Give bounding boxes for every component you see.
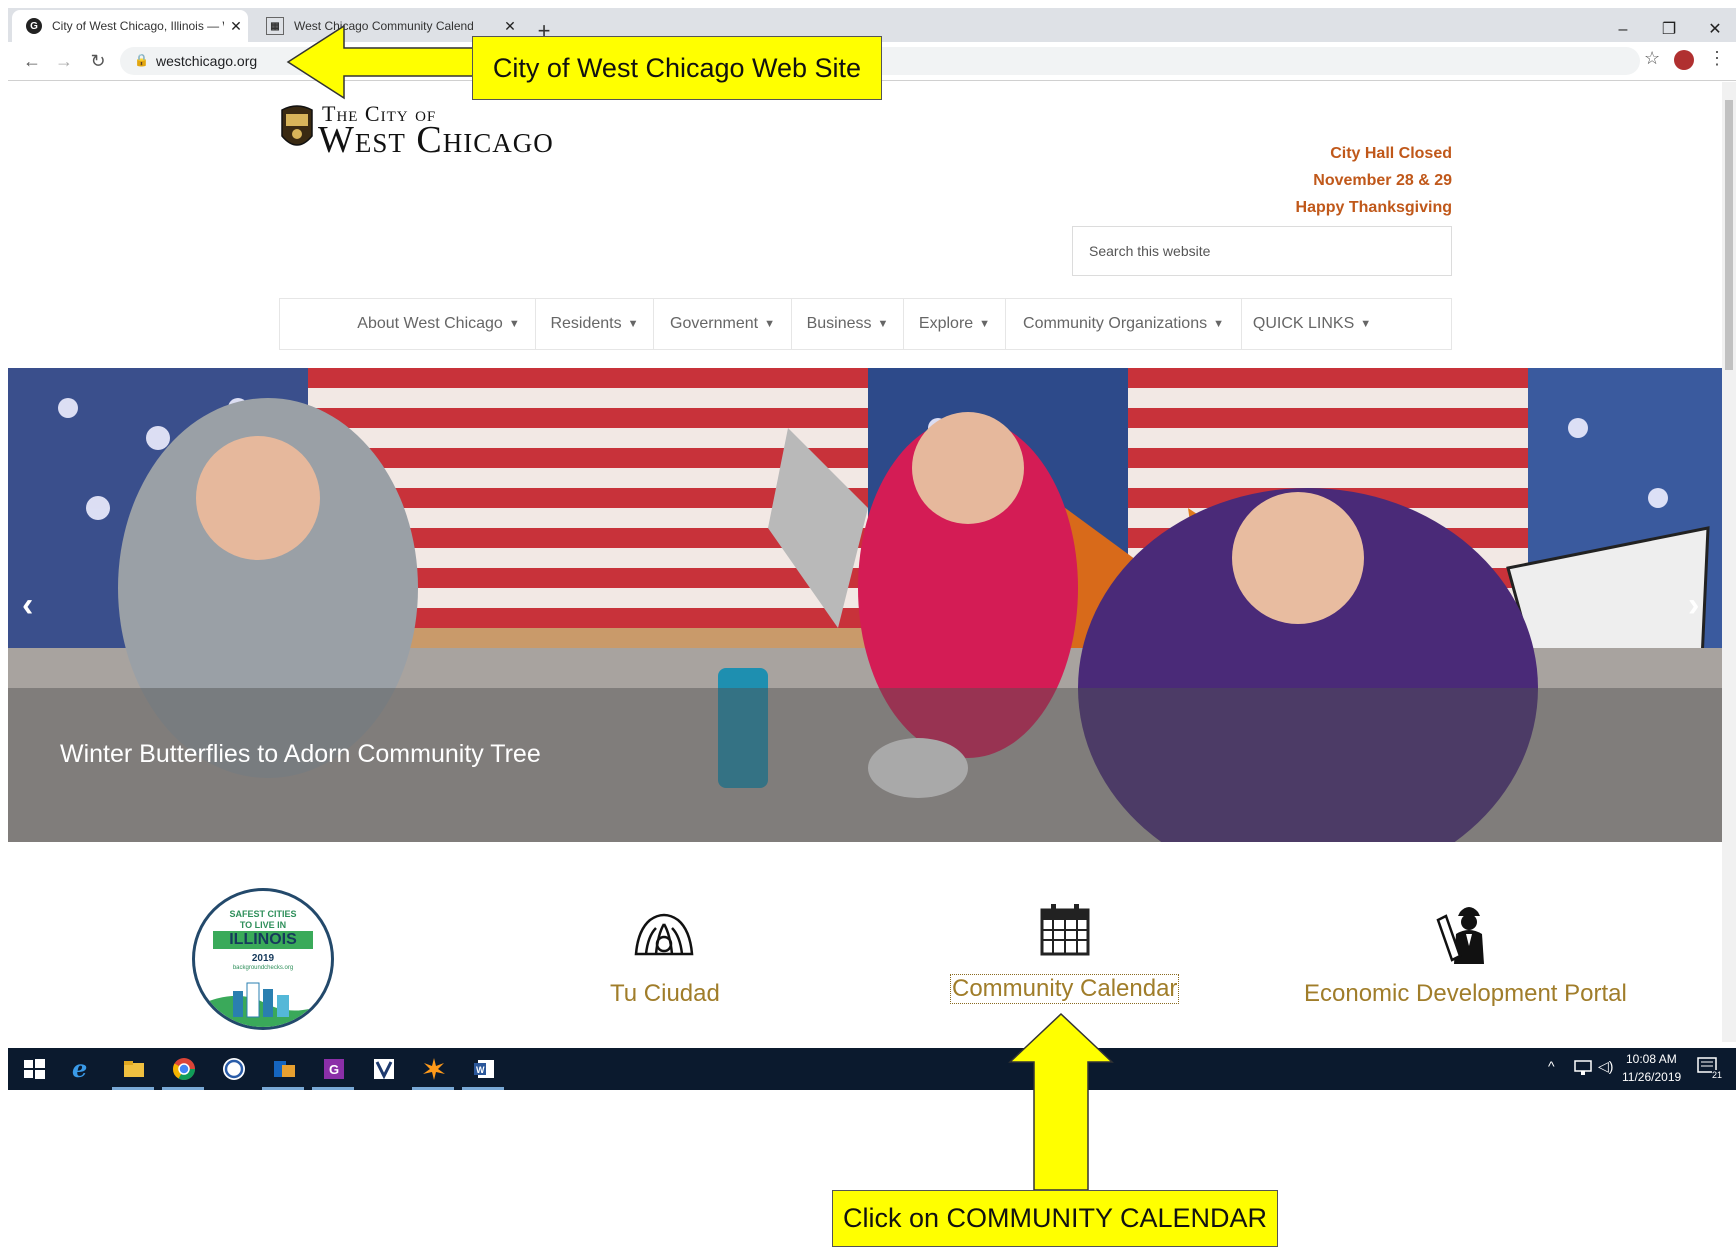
nav-item-about[interactable]: About West Chicago ▼ <box>342 299 536 349</box>
site-favicon-icon: G <box>26 18 42 34</box>
chevron-down-icon: ▼ <box>508 318 520 330</box>
nav-label: Residents <box>550 315 622 332</box>
lock-icon: 🔒 <box>134 53 149 67</box>
reload-icon[interactable]: ↻ <box>84 48 112 74</box>
tray-overflow-icon[interactable]: ^ <box>1548 1058 1555 1074</box>
economic-development-portal-link[interactable]: Economic Development Portal <box>1304 980 1627 1008</box>
notice-line[interactable]: November 28 & 29 <box>1313 172 1452 190</box>
internet-explorer-icon[interactable]: e <box>72 1057 96 1081</box>
callout-arrow-left-icon <box>286 24 475 100</box>
safest-cities-badge[interactable]: SAFEST CITIES TO LIVE IN ILLINOIS 2019 b… <box>192 888 334 1030</box>
active-app-indicator <box>312 1087 354 1090</box>
close-tab-icon[interactable]: ✕ <box>224 18 248 35</box>
calendar-icon[interactable] <box>1040 902 1090 956</box>
volume-icon[interactable]: ◁) <box>1598 1058 1613 1075</box>
notification-count: 21 <box>1712 1070 1723 1080</box>
browser-menu-icon[interactable]: ⋮ <box>1708 48 1726 69</box>
chrome-icon[interactable] <box>172 1057 196 1081</box>
badge-line3: ILLINOIS <box>213 931 313 949</box>
burst-app-icon[interactable] <box>422 1057 446 1081</box>
community-calendar-link[interactable]: Community Calendar <box>950 974 1180 1004</box>
nav-label: About West Chicago <box>357 315 503 332</box>
active-app-indicator <box>112 1087 154 1090</box>
chevron-down-icon: ▼ <box>877 318 889 330</box>
svg-text:W: W <box>476 1065 485 1075</box>
active-app-indicator <box>162 1087 204 1090</box>
nav-label: Government <box>670 315 759 332</box>
active-app-indicator <box>262 1087 304 1090</box>
chevron-down-icon: ▼ <box>627 318 639 330</box>
notice-line[interactable]: City Hall Closed <box>1330 145 1452 163</box>
turkey-icon[interactable] <box>632 910 696 958</box>
calendar-favicon-icon: ▦ <box>266 17 284 35</box>
web-site-callout: City of West Chicago Web Site <box>472 36 882 100</box>
network-icon[interactable] <box>1574 1060 1592 1076</box>
slider-next-icon[interactable]: › <box>1688 586 1699 625</box>
nav-item-quick-links[interactable]: QUICK LINKS ▼ <box>1242 299 1382 349</box>
outlook-icon[interactable] <box>272 1057 296 1081</box>
taskbar-time[interactable]: 10:08 AM <box>1626 1052 1677 1066</box>
nav-label: Business <box>806 315 872 332</box>
click-calendar-callout: Click on COMMUNITY CALENDAR <box>832 1190 1278 1247</box>
restore-button[interactable]: ❐ <box>1646 16 1692 44</box>
nav-item-business[interactable]: Business ▼ <box>792 299 904 349</box>
search-input[interactable] <box>1073 227 1451 275</box>
badge-line2: TO LIVE IN <box>239 920 287 930</box>
bookmark-star-icon[interactable]: ☆ <box>1644 48 1660 69</box>
tab-title: City of West Chicago, Illinois — W <box>52 19 224 33</box>
badge-year: 2019 <box>251 953 275 964</box>
close-tab-icon[interactable]: ✕ <box>498 18 522 35</box>
worker-icon[interactable] <box>1436 900 1502 966</box>
taskbar-date[interactable]: 11/26/2019 <box>1622 1070 1681 1084</box>
badge-line1: SAFEST CITIES <box>229 909 297 919</box>
visio-app-icon[interactable] <box>372 1057 396 1081</box>
nav-item-government[interactable]: Government ▼ <box>654 299 792 349</box>
city-skyline-icon <box>195 982 331 1027</box>
nav-label: QUICK LINKS <box>1252 315 1355 332</box>
badge-source: backgroundchecks.org <box>232 965 294 971</box>
pdf-app-icon[interactable]: G <box>322 1057 346 1081</box>
nav-item-residents[interactable]: Residents ▼ <box>536 299 654 349</box>
browser-tab-active[interactable]: G City of West Chicago, Illinois — W ✕ <box>12 10 248 42</box>
word-icon[interactable]: W <box>472 1057 496 1081</box>
url-text: westchicago.org <box>156 53 258 69</box>
chevron-down-icon: ▼ <box>1360 318 1372 330</box>
close-window-button[interactable]: ✕ <box>1692 16 1736 44</box>
profile-avatar[interactable] <box>1674 50 1694 70</box>
tu-ciudad-link[interactable]: Tu Ciudad <box>610 980 720 1008</box>
sync-app-icon[interactable] <box>222 1057 246 1081</box>
nav-label: Community Organizations <box>1023 315 1208 332</box>
nav-item-community-organizations[interactable]: Community Organizations ▼ <box>1006 299 1242 349</box>
notice-line[interactable]: Happy Thanksgiving <box>1296 199 1452 217</box>
logo-text-line2[interactable]: West Chicago <box>318 118 554 162</box>
scrollbar-thumb[interactable] <box>1725 100 1733 370</box>
site-search-box[interactable] <box>1072 226 1452 276</box>
main-navigation: About West Chicago ▼ Residents ▼ Governmen… <box>279 298 1452 350</box>
windows-taskbar: e G W ^ ◁) 10:08 AM 11/26/2019 21 <box>8 1048 1736 1090</box>
nav-label: Explore <box>918 315 974 332</box>
city-seal-icon <box>281 105 313 146</box>
windows-start-icon[interactable] <box>22 1057 46 1081</box>
hero-caption[interactable]: Winter Butterflies to Adorn Community Tr… <box>60 740 541 769</box>
active-app-indicator <box>462 1087 504 1090</box>
slider-prev-icon[interactable]: ‹ <box>22 586 33 625</box>
svg-text:G: G <box>329 1062 339 1077</box>
chevron-down-icon: ▼ <box>979 318 991 330</box>
chevron-down-icon: ▼ <box>764 318 775 330</box>
back-arrow-icon[interactable]: ← <box>18 48 46 74</box>
nav-item-explore[interactable]: Explore ▼ <box>904 299 1006 349</box>
callout-arrow-up-icon <box>1008 1012 1114 1191</box>
page-scrollbar[interactable] <box>1722 82 1736 1042</box>
minimize-button[interactable]: – <box>1600 16 1646 44</box>
file-explorer-icon[interactable] <box>122 1057 146 1081</box>
forward-arrow-icon[interactable]: → <box>50 48 78 74</box>
chevron-down-icon: ▼ <box>1213 318 1224 330</box>
active-app-indicator <box>412 1087 454 1090</box>
hero-slider[interactable]: Winter Butterflies to Adorn Community Tr… <box>8 368 1722 842</box>
